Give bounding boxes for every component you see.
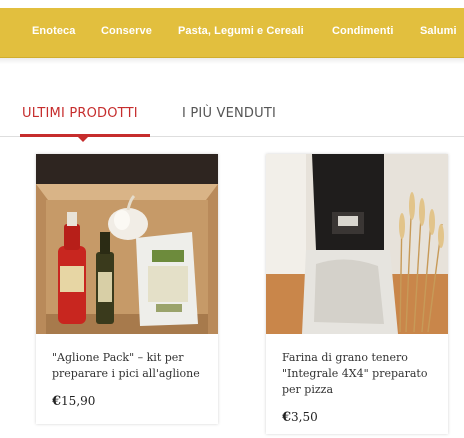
product-title[interactable]: "Aglione Pack" – kit per preparare i pic…: [52, 350, 208, 382]
nav-item-salumi[interactable]: Salumi: [420, 25, 457, 37]
nav-item-condimenti[interactable]: Condimenti: [332, 25, 394, 37]
nav-item-enoteca[interactable]: Enoteca: [32, 25, 76, 37]
product-image-farina-integrale[interactable]: [266, 154, 448, 334]
currency-symbol: €: [52, 394, 62, 409]
product-price: €3,50: [282, 410, 318, 425]
category-nav-bar: Enoteca Conserve Pasta, Legumi e Cereali…: [0, 8, 464, 58]
price-value: 15,90: [61, 394, 96, 408]
product-price: €15,90: [52, 394, 95, 409]
currency-symbol: €: [282, 410, 292, 425]
product-image-aglione-pack[interactable]: [36, 154, 218, 334]
active-tab-caret-icon: [78, 137, 88, 142]
product-tabs: ULTIMI PRODOTTI I PIÙ VENDUTI: [0, 100, 464, 142]
product-card[interactable]: Farina di grano tenero "Integrale 4X4" p…: [266, 154, 448, 434]
nav-item-pasta-legumi-cereali[interactable]: Pasta, Legumi e Cereali: [178, 25, 304, 37]
nav-item-conserve[interactable]: Conserve: [101, 25, 152, 37]
nav-bar-shadow: [0, 58, 464, 64]
product-card[interactable]: "Aglione Pack" – kit per preparare i pic…: [36, 154, 218, 424]
product-title[interactable]: Farina di grano tenero "Integrale 4X4" p…: [282, 350, 438, 398]
tab-piu-venduti[interactable]: I PIÙ VENDUTI: [182, 106, 276, 121]
tab-ultimi-prodotti[interactable]: ULTIMI PRODOTTI: [22, 106, 138, 121]
price-value: 3,50: [291, 410, 318, 424]
